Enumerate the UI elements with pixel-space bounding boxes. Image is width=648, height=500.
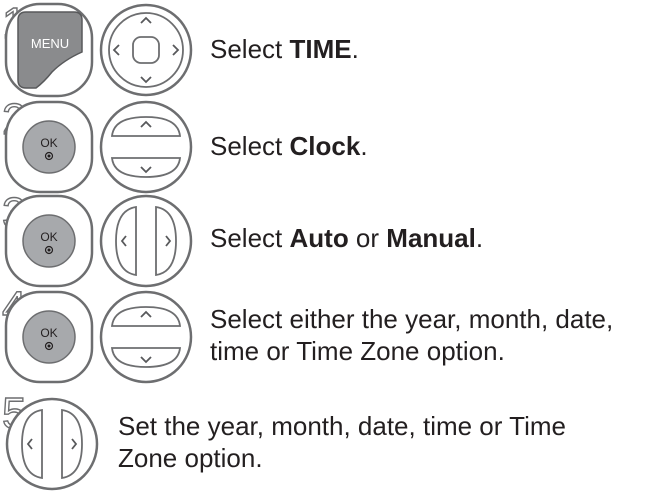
ok-button[interactable]: OK bbox=[4, 290, 94, 384]
step-4-line-1: Select either the year, month, date, bbox=[210, 304, 614, 334]
step-2-instruction: Select Clock. bbox=[210, 131, 368, 161]
menu-label: MENU bbox=[31, 36, 69, 51]
step-2: 2 OK Select Clock. bbox=[0, 97, 648, 194]
step-5-instruction: Set the year, month, date, time or Time … bbox=[118, 410, 566, 474]
ok-label: OK bbox=[40, 136, 57, 150]
step-3: 3 OK Select Auto or Manual. bbox=[0, 191, 648, 288]
step-3-instruction: Select Auto or Manual. bbox=[210, 223, 484, 253]
left-right-rocker[interactable] bbox=[4, 396, 100, 492]
ok-button[interactable]: OK bbox=[4, 194, 94, 288]
up-down-rocker[interactable] bbox=[98, 100, 194, 194]
step-5-line-1: Set the year, month, date, time or Time bbox=[118, 411, 566, 441]
menu-button[interactable]: MENU bbox=[4, 2, 94, 98]
step-1-instruction: Select TIME. bbox=[210, 34, 359, 64]
step-4-line-2: time or Time Zone option. bbox=[210, 336, 505, 366]
ok-label: OK bbox=[40, 230, 57, 244]
up-down-rocker[interactable] bbox=[98, 290, 194, 384]
ok-button[interactable]: OK bbox=[4, 100, 94, 194]
ok-label: OK bbox=[40, 326, 57, 340]
step-1: 1 MENU Select TIME. bbox=[0, 0, 648, 100]
step-5: 5 Set the year, month, date, time or Tim… bbox=[0, 391, 648, 500]
step-4-instruction: Select either the year, month, date, tim… bbox=[210, 303, 613, 367]
step-4: 4 OK Select either the year, month, date… bbox=[0, 285, 648, 392]
left-right-rocker[interactable] bbox=[98, 194, 194, 288]
navigation-pad[interactable] bbox=[98, 2, 194, 98]
step-5-line-2: Zone option. bbox=[118, 443, 263, 473]
